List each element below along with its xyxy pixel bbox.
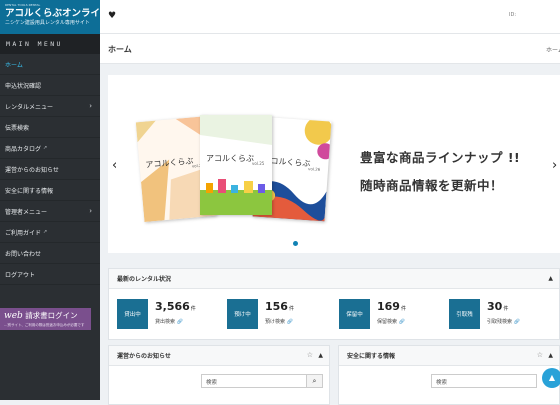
search-icon[interactable]: ⌕ <box>307 374 323 388</box>
status-badge: 保留中 <box>339 299 370 329</box>
stat-count: 30 <box>487 300 503 313</box>
promo-line-1: 豊富な商品ラインナップ !! <box>360 150 521 165</box>
stat-search-link[interactable]: 預け検索 🔗︎ <box>265 318 293 325</box>
promo-carousel: ‹ › アコルくらぶ vol.24 アコルくらぶ vol.26 アコルくらぶ v… <box>108 75 560 253</box>
web-invoice-note: …別サイト、ご利用の際は別途お申込みが必要です <box>4 323 85 327</box>
sidebar-item-label: お問い合わせ <box>5 250 42 258</box>
carousel-indicator[interactable] <box>293 241 298 246</box>
user-id: ID: <box>509 12 517 18</box>
carousel-next-button[interactable]: › <box>552 158 557 173</box>
safety-title: 安全に関する情報 <box>347 353 396 360</box>
stat-link-label: 引取残検索 <box>487 319 513 325</box>
status-badge: 貸出中 <box>117 299 148 329</box>
sidebar-item-label: 運営からのお知らせ <box>5 166 59 174</box>
collapse-caret-icon[interactable]: ▲ <box>548 275 553 282</box>
brand-name: アコルくらぶオンライン <box>5 8 110 19</box>
page-title: ホーム <box>108 45 132 54</box>
carousel-prev-button[interactable]: ‹ <box>112 158 117 173</box>
sidebar-item-application-status[interactable]: 申込状況確認 <box>0 75 100 96</box>
collapse-caret-icon[interactable]: ▲ <box>548 352 553 359</box>
sidebar-item-label: ご利用ガイド <box>5 229 42 237</box>
external-link-icon: ↗ <box>43 229 48 235</box>
sidebar-item-label: レンタルメニュー <box>5 103 54 111</box>
sidebar-item-user-guide[interactable]: ご利用ガイド ↗ <box>0 222 100 243</box>
stat-search-link[interactable]: 引取残検索 🔗︎ <box>487 318 520 325</box>
sidebar-item-label: ホーム <box>5 61 23 69</box>
stat-unit: 件 <box>400 306 406 312</box>
chevron-right-icon: › <box>89 207 92 215</box>
stat-count: 3,566 <box>155 300 190 313</box>
brand-logo[interactable]: RENTAL TOOLS RENTAL アコルくらぶオンライン ニシケン建設用具… <box>0 0 110 34</box>
external-link-icon: ↗ <box>43 145 48 151</box>
chevron-right-icon: › <box>89 102 92 110</box>
web-label: web <box>4 311 23 321</box>
web-invoice-label: 請求書ログイン <box>25 311 78 320</box>
breadcrumb[interactable]: ホーム <box>546 45 560 54</box>
sidebar-item-label: 申込状況確認 <box>5 82 42 90</box>
page-header: ホーム ホーム <box>100 34 560 64</box>
stat-link-label: 預け検索 <box>265 319 286 325</box>
notices-search-input[interactable]: 検索 <box>201 374 307 388</box>
sidebar-item-label: 管理者メニュー <box>5 208 48 216</box>
catalog-title: アコルくらぶ <box>206 154 254 163</box>
safety-panel: 安全に関する情報 ☆ ▲ 検索 <box>338 345 560 405</box>
rental-status-panel: 最新のレンタル状況 ▲ 貸出中 3,566件 貸出検索 🔗︎ 預け中 156件 … <box>108 268 560 340</box>
sidebar: RENTAL TOOLS RENTAL アコルくらぶオンライン ニシケン建設用具… <box>0 0 110 400</box>
web-invoice-login-button[interactable]: web 請求書ログイン …別サイト、ご利用の際は別途お申込みが必要です <box>0 308 91 330</box>
stat-search-link[interactable]: 貸出検索 🔗︎ <box>155 318 183 325</box>
stat-count: 169 <box>377 300 400 313</box>
status-badge: 引取残 <box>449 299 480 329</box>
stat-search-link[interactable]: 保留検索 🔗︎ <box>377 318 405 325</box>
sidebar-item-safety-info[interactable]: 安全に関する情報 <box>0 180 100 201</box>
sidebar-item-label: 安全に関する情報 <box>5 187 54 195</box>
stat-unit: 件 <box>503 306 509 312</box>
link-icon: 🔗︎ <box>286 319 293 325</box>
sidebar-item-label: 商品カタログ <box>5 145 42 153</box>
stat-link-label: 貸出検索 <box>155 319 176 325</box>
stat-count: 156 <box>265 300 288 313</box>
sidebar-item-contact[interactable]: お問い合わせ <box>0 243 100 264</box>
safety-search-input[interactable]: 検索 <box>431 374 537 388</box>
sidebar-item-rental-menu[interactable]: レンタルメニュー › <box>0 96 100 117</box>
star-icon[interactable]: ☆ <box>537 351 543 359</box>
link-icon: 🔗︎ <box>176 319 183 325</box>
heart-icon[interactable]: ♥ <box>108 11 116 21</box>
sidebar-item-slip-search[interactable]: 伝票検索 <box>0 117 100 138</box>
sidebar-item-product-catalog[interactable]: 商品カタログ ↗ <box>0 138 100 159</box>
stat-link-label: 保留検索 <box>377 319 398 325</box>
catalog-vol: vol.25 <box>252 161 265 166</box>
promo-line-2: 随時商品情報を更新中！ <box>360 178 504 193</box>
brand-subtitle: ニシケン建設用具レンタル専用サイト <box>5 20 90 26</box>
catalog-vol: vol.26 <box>307 166 321 172</box>
stat-unit: 件 <box>288 306 294 312</box>
rental-status-title: 最新のレンタル状況 <box>117 276 172 283</box>
scroll-top-button[interactable]: ▲ <box>542 368 560 388</box>
top-bar: ♥ ID: <box>100 0 560 34</box>
sidebar-item-logout[interactable]: ログアウト <box>0 264 100 285</box>
notices-title: 運営からのお知らせ <box>117 353 171 360</box>
notices-panel: 運営からのお知らせ ☆ ▲ 検索 ⌕ <box>108 345 330 405</box>
link-icon: 🔗︎ <box>398 319 405 325</box>
catalog-cover-25[interactable]: アコルくらぶ vol.25 <box>200 115 272 215</box>
main-menu-heading: MAIN MENU <box>0 34 100 54</box>
sidebar-item-label: ログアウト <box>5 271 36 279</box>
stat-unit: 件 <box>190 306 196 312</box>
sidebar-item-home[interactable]: ホーム <box>0 54 100 75</box>
sidebar-item-admin-menu[interactable]: 管理者メニュー › <box>0 201 100 222</box>
status-badge: 預け中 <box>227 299 258 329</box>
sidebar-item-notices[interactable]: 運営からのお知らせ <box>0 159 100 180</box>
sidebar-item-label: 伝票検索 <box>5 124 30 132</box>
link-icon: 🔗︎ <box>513 319 520 325</box>
star-icon[interactable]: ☆ <box>307 351 313 359</box>
collapse-caret-icon[interactable]: ▲ <box>318 352 323 359</box>
